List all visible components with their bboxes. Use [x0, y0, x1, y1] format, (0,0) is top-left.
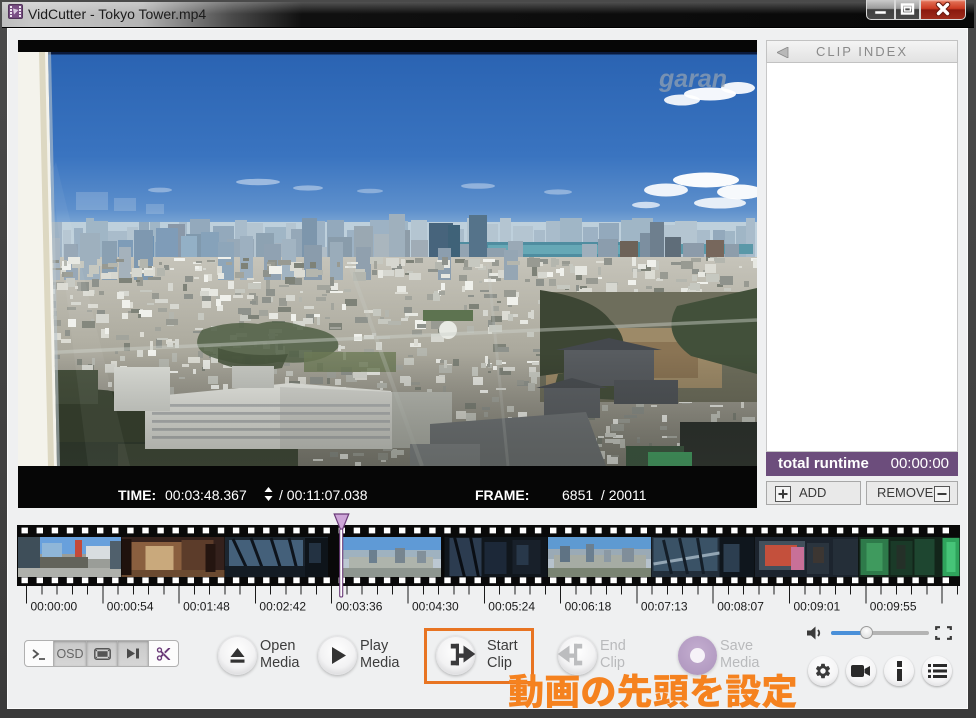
svg-text:garan: garan: [658, 65, 727, 93]
svg-text:00:04:30: 00:04:30: [412, 600, 459, 614]
svg-text:00:03:36: 00:03:36: [336, 600, 383, 614]
svg-text:00:08:07: 00:08:07: [717, 600, 764, 614]
svg-text:00:09:55: 00:09:55: [870, 600, 917, 614]
svg-text:00:09:01: 00:09:01: [794, 600, 841, 614]
svg-text:00:05:24: 00:05:24: [488, 600, 535, 614]
svg-text:00:01:48: 00:01:48: [183, 600, 230, 614]
svg-text:00:00:54: 00:00:54: [107, 600, 154, 614]
svg-text:00:07:13: 00:07:13: [641, 600, 688, 614]
svg-text:00:00:00: 00:00:00: [31, 600, 78, 614]
svg-text:00:02:42: 00:02:42: [259, 600, 306, 614]
svg-text:00:06:18: 00:06:18: [565, 600, 612, 614]
